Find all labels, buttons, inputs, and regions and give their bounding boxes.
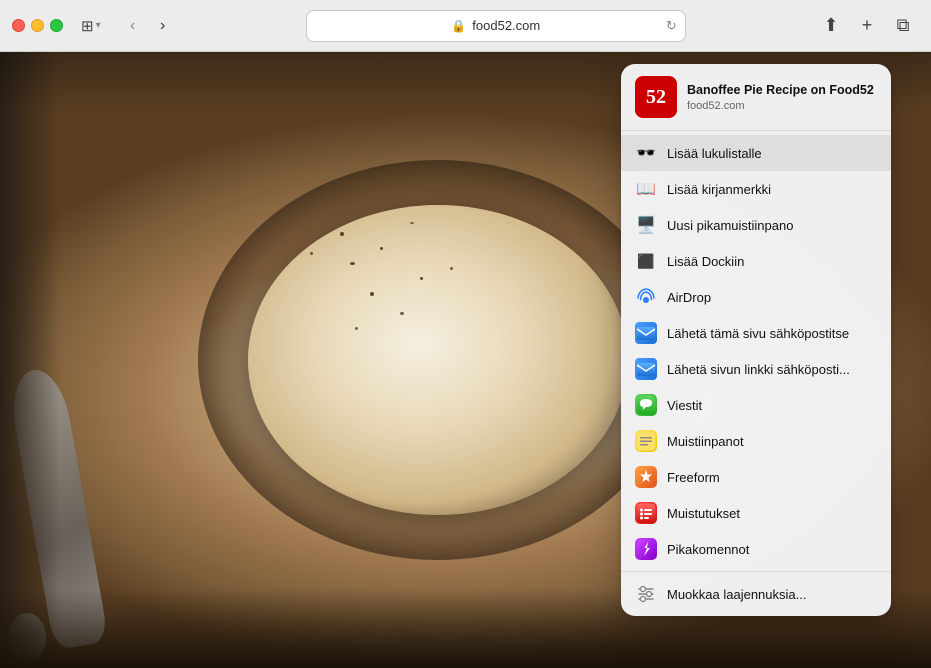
bookmark-label: Lisää kirjanmerkki: [667, 182, 877, 197]
sidebar-dropdown-icon: ▾: [96, 20, 101, 31]
reading-list-label: Lisää lukulistalle: [667, 146, 877, 161]
freeform-label: Freeform: [667, 470, 877, 485]
forward-icon: ›: [160, 17, 165, 35]
maximize-button[interactable]: [50, 19, 63, 32]
cinnamon-10: [355, 327, 358, 330]
menu-item-mail-link[interactable]: Lähetä sivun linkki sähköposti...: [621, 351, 891, 387]
freeform-icon: [635, 466, 657, 488]
dock-sq-icon: ⬛: [637, 253, 654, 270]
mail-link-label: Lähetä sivun linkki sähköposti...: [667, 362, 877, 377]
menu-item-shortcuts[interactable]: Pikakomennot: [621, 531, 891, 567]
menu-item-customize[interactable]: Muokkaa laajennuksia...: [621, 576, 891, 612]
address-bar-wrapper: 🔒 food52.com ↻: [185, 10, 807, 42]
menu-item-bookmark[interactable]: 📖 Lisää kirjanmerkki: [621, 171, 891, 207]
new-tab-button[interactable]: +: [851, 10, 883, 42]
cream-top: [248, 205, 628, 515]
url-text: food52.com: [472, 18, 540, 33]
messages-label: Viestit: [667, 398, 877, 413]
cinnamon-6: [310, 252, 313, 255]
tab-view-icon: ⧉: [897, 15, 910, 36]
tab-view-button[interactable]: ⧉: [887, 10, 919, 42]
menu-item-mail-page[interactable]: Lähetä tämä sivu sähköpostitse: [621, 315, 891, 351]
cinnamon-8: [450, 267, 453, 270]
page-info: Banoffee Pie Recipe on Food52 food52.com: [687, 82, 877, 111]
reload-button[interactable]: ↻: [666, 18, 677, 34]
mail-page-label: Lähetä tämä sivu sähköpostitse: [667, 326, 877, 341]
close-button[interactable]: [12, 19, 25, 32]
share-icon: ⬆: [823, 15, 838, 36]
customize-svg: [636, 584, 656, 604]
cinnamon-2: [380, 247, 383, 250]
page-url: food52.com: [687, 100, 877, 112]
cinnamon-3: [350, 262, 355, 265]
sidebar-toggle-button[interactable]: ⊞ ▾: [75, 13, 107, 39]
reminders-label: Muistutukset: [667, 506, 877, 521]
menu-item-airdrop[interactable]: AirDrop: [621, 279, 891, 315]
notes-icon: [635, 430, 657, 452]
shortcuts-label: Pikakomennot: [667, 542, 877, 557]
mail-svg-2: [636, 359, 656, 379]
quick-note-label: Uusi pikamuistiinpano: [667, 218, 877, 233]
site-icon: 52: [635, 76, 677, 118]
menu-separator: [621, 571, 891, 572]
cinnamon-9: [410, 222, 414, 224]
menu-item-quick-note[interactable]: 🖥️ Uusi pikamuistiinpano: [621, 207, 891, 243]
mail-link-icon: [635, 358, 657, 380]
notes-label: Muistiinpanot: [667, 434, 877, 449]
freeform-svg: [636, 467, 656, 487]
airdrop-svg: [636, 287, 656, 307]
customize-icon: [635, 583, 657, 605]
glasses-icon: 🕶️: [636, 143, 656, 163]
nav-buttons: ‹ ›: [119, 12, 177, 40]
share-button[interactable]: ⬆: [815, 10, 847, 42]
dark-vignette-left: [0, 52, 60, 668]
forward-button[interactable]: ›: [149, 12, 177, 40]
mail-page-icon: [635, 322, 657, 344]
messages-svg: [636, 395, 656, 415]
sidebar-icon: ⊞: [81, 17, 94, 35]
back-button[interactable]: ‹: [119, 12, 147, 40]
notes-svg: [636, 431, 656, 451]
page-title: Banoffee Pie Recipe on Food52: [687, 82, 877, 98]
menu-item-reminders[interactable]: Muistutukset: [621, 495, 891, 531]
menu-item-freeform[interactable]: Freeform: [621, 459, 891, 495]
address-bar[interactable]: 🔒 food52.com ↻: [306, 10, 686, 42]
reading-list-icon: 🕶️: [635, 142, 657, 164]
menu-items: 🕶️ Lisää lukulistalle 📖 Lisää kirjanmerk…: [621, 131, 891, 616]
quick-note-icon: 🖥️: [635, 214, 657, 236]
menu-item-messages[interactable]: Viestit: [621, 387, 891, 423]
book-icon: 📖: [636, 179, 656, 199]
cinnamon-7: [400, 312, 404, 315]
share-dropdown: 52 Banoffee Pie Recipe on Food52 food52.…: [621, 64, 891, 616]
page-preview: 52 Banoffee Pie Recipe on Food52 food52.…: [621, 64, 891, 131]
shortcuts-icon: [635, 538, 657, 560]
menu-item-notes[interactable]: Muistiinpanot: [621, 423, 891, 459]
monitor-icon: 🖥️: [636, 215, 656, 235]
reminders-svg: [636, 503, 656, 523]
cinnamon-5: [370, 292, 374, 296]
messages-icon: [635, 394, 657, 416]
mail-svg-1: [636, 323, 656, 343]
menu-item-add-dock[interactable]: ⬛ Lisää Dockiin: [621, 243, 891, 279]
browser-toolbar: ⊞ ▾ ‹ › 🔒 food52.com ↻ ⬆ + ⧉: [0, 0, 931, 52]
shortcuts-svg: [636, 539, 656, 559]
cinnamon-1: [340, 232, 344, 236]
dock-icon: ⬛: [635, 250, 657, 272]
new-tab-icon: +: [862, 15, 873, 36]
traffic-lights: [12, 19, 63, 32]
cinnamon-4: [420, 277, 423, 280]
content-area: 52 Banoffee Pie Recipe on Food52 food52.…: [0, 52, 931, 668]
back-icon: ‹: [130, 17, 135, 35]
reminders-icon: [635, 502, 657, 524]
toolbar-right: ⬆ + ⧉: [815, 10, 919, 42]
airdrop-label: AirDrop: [667, 290, 877, 305]
minimize-button[interactable]: [31, 19, 44, 32]
add-dock-label: Lisää Dockiin: [667, 254, 877, 269]
bookmark-icon: 📖: [635, 178, 657, 200]
menu-item-reading-list[interactable]: 🕶️ Lisää lukulistalle: [621, 135, 891, 171]
customize-label: Muokkaa laajennuksia...: [667, 587, 877, 602]
airdrop-icon: [635, 286, 657, 308]
lock-icon: 🔒: [451, 19, 466, 33]
